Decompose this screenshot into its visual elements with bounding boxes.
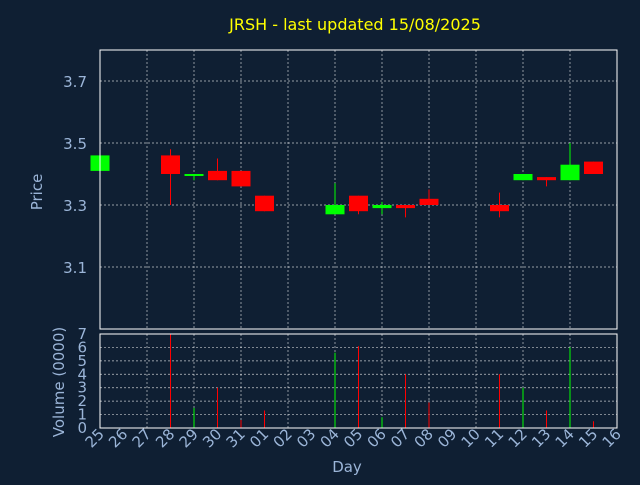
tick-labels: 3.13.33.53.70123456725262728293031010203… [63, 73, 625, 451]
day-tick-label: 29 [176, 425, 202, 451]
candle-body [490, 205, 509, 212]
day-tick-label: 28 [152, 425, 178, 451]
day-tick-label: 09 [434, 425, 460, 451]
candle-body [372, 205, 392, 209]
day-tick-label: 30 [199, 425, 225, 451]
day-tick-label: 02 [270, 425, 296, 451]
candle-body [161, 155, 180, 174]
day-tick-label: 07 [387, 425, 413, 451]
day-tick-label: 03 [293, 425, 319, 451]
day-tick-label: 08 [411, 425, 437, 451]
day-tick-label: 06 [364, 425, 390, 451]
price-tick-label: 3.3 [63, 197, 87, 215]
day-tick-label: 01 [246, 425, 272, 451]
candle-body [184, 174, 204, 176]
candle-body [584, 161, 603, 174]
x-axis-label: Day [332, 458, 362, 476]
candle-body [325, 205, 345, 215]
volume-bars [170, 334, 594, 428]
candle-body [208, 170, 227, 181]
price-panel-frame [99, 49, 618, 330]
price-tick-label: 3.7 [63, 73, 87, 91]
day-tick-label: 16 [599, 425, 625, 451]
day-tick-label: 14 [552, 425, 578, 451]
day-tick-label: 13 [528, 425, 554, 451]
candle-body [255, 195, 274, 212]
day-tick-label: 27 [129, 425, 155, 451]
day-tick-label: 31 [223, 425, 249, 451]
price-tick-label: 3.1 [63, 259, 87, 277]
volume-axis-label: Volume (0000) [50, 327, 68, 437]
candle-body [537, 177, 556, 181]
candle-body [513, 174, 533, 181]
day-tick-label: 15 [575, 425, 601, 451]
day-tick-label: 05 [340, 425, 366, 451]
y-axis-label: Price [28, 174, 46, 211]
volume-tick-label: 7 [77, 325, 87, 343]
candlestick-chart: JRSH - last updated 15/08/2025 Price Vol… [28, 15, 625, 476]
candle-body [231, 170, 251, 187]
day-tick-label: 10 [458, 425, 484, 451]
chart-root: JRSH - last updated 15/08/2025 Price Vol… [0, 0, 640, 480]
candle-body [396, 205, 415, 209]
day-tick-label: 26 [105, 425, 131, 451]
day-tick-label: 12 [505, 425, 531, 451]
candle-body [349, 195, 368, 212]
day-tick-label: 04 [317, 425, 343, 451]
day-tick-label: 11 [481, 425, 507, 451]
price-tick-label: 3.5 [63, 135, 87, 153]
chart-title: JRSH - last updated 15/08/2025 [228, 15, 481, 34]
candle-body [419, 198, 439, 205]
candles [90, 143, 603, 218]
candle-body [560, 164, 580, 181]
